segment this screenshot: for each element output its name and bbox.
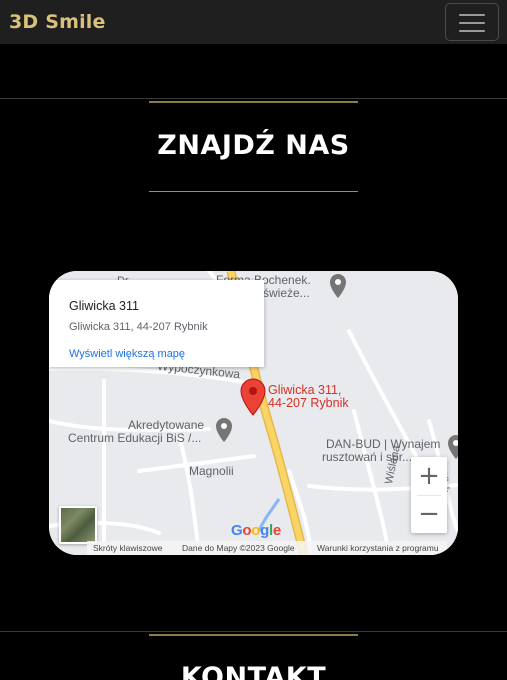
view-larger-map-link[interactable]: Wyświetl większą mapę [69, 348, 185, 360]
keyboard-shortcuts-link[interactable]: Skróty klawiszowe [93, 543, 162, 553]
map-label-forma-line2: świeże... [263, 286, 310, 300]
map-info-card: Gliwicka 311 Gliwicka 311, 44-207 Rybnik… [49, 280, 264, 367]
map-label-akredytowane-line2: Centrum Edukacji BiS /... [68, 431, 202, 445]
place-name: Gliwicka 311 [69, 299, 139, 313]
terms-link[interactable]: Warunki korzystania z programu [317, 543, 439, 553]
navbar: 3D Smile [0, 0, 507, 44]
section-divider-contact [0, 631, 507, 632]
pin-label-line2: 44-207 Rybnik [268, 396, 349, 411]
zoom-out-button[interactable]: − [411, 495, 447, 533]
find-us-title: ZNAJDŹ NAS [157, 130, 350, 161]
map-pin-label: Gliwicka 311, 44-207 Rybnik [268, 383, 349, 411]
hamburger-icon [459, 14, 485, 32]
google-logo: Google [231, 522, 281, 539]
brand-logo[interactable]: 3D Smile [9, 13, 106, 32]
place-address: Gliwicka 311, 44-207 Rybnik [69, 321, 208, 333]
satellite-toggle-button[interactable] [59, 506, 97, 544]
title-line-top [149, 101, 358, 103]
map-label-akredytowane-line1: Akredytowane [128, 418, 205, 432]
google-map[interactable]: Dr Forma Bochenek. świeże... Wypoczynkow… [49, 271, 458, 555]
map-label-danbud-line1: DAN-BUD | Wynajem [326, 437, 441, 451]
map-footer: Skróty klawiszowe Dane do Mapy ©2023 Goo… [87, 541, 447, 555]
map-label-magnolii: Magnolii [189, 464, 234, 478]
map-data-credit[interactable]: Dane do Mapy ©2023 Google [182, 543, 295, 553]
section-divider [0, 98, 507, 99]
contact-title: KONTAKT [180, 662, 327, 680]
zoom-controls: + − [411, 457, 447, 533]
menu-toggle-button[interactable] [445, 3, 499, 41]
contact-title-line-top [149, 634, 358, 636]
zoom-in-button[interactable]: + [411, 457, 447, 495]
title-line-bottom [149, 191, 358, 192]
